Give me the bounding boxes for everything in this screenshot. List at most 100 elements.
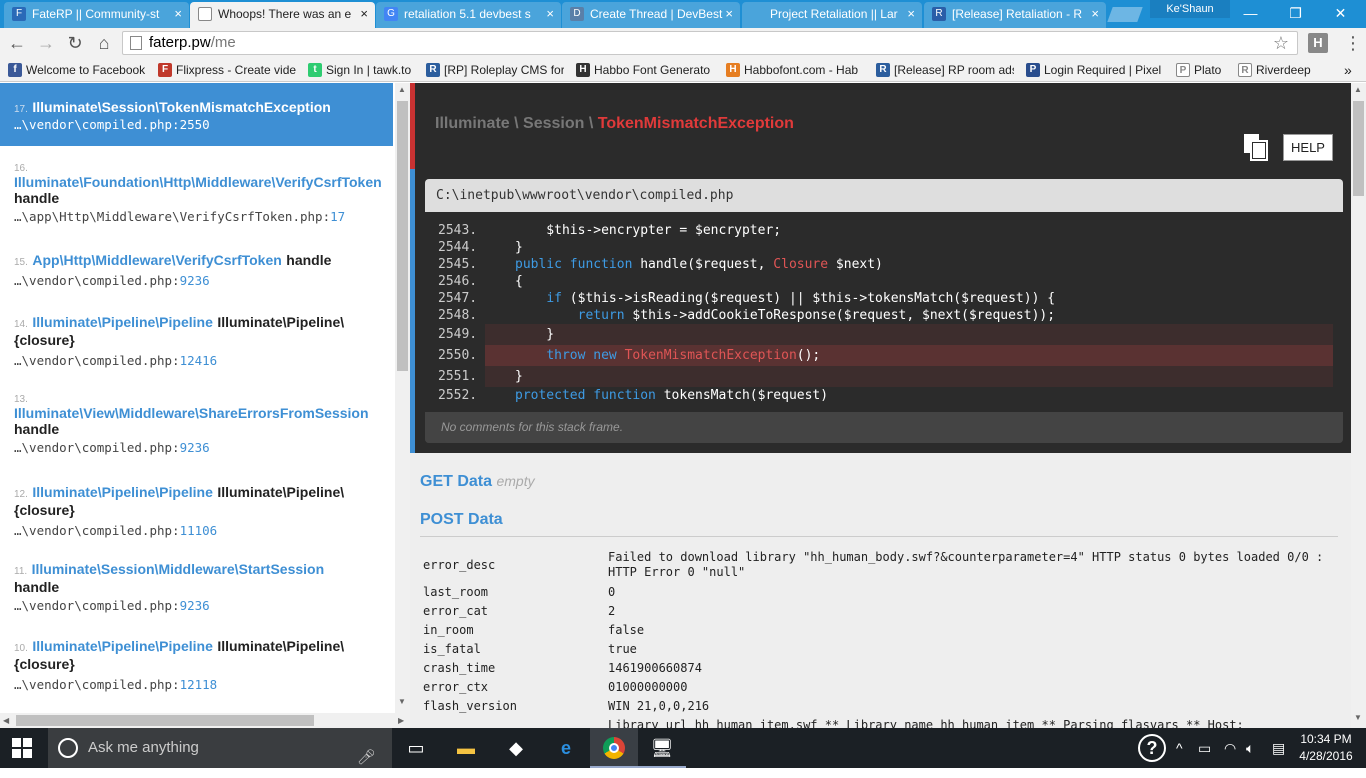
bookmark-tawk[interactable]: t Sign In | tawk.to [306, 61, 416, 79]
bookmark-facebook[interactable]: f Welcome to Facebook [6, 61, 146, 79]
close-icon[interactable]: × [907, 2, 915, 26]
page-icon: R [1238, 63, 1252, 77]
code-viewer: C:\inetpub\wwwroot\vendor\compiled.php 2… [425, 179, 1343, 443]
bookmark-roleplay-cms[interactable]: R [RP] Roleplay CMS for [424, 61, 564, 79]
bookmarks-overflow-icon[interactable]: » [1344, 61, 1362, 79]
stack-frame-15[interactable]: 15. App\Http\Middleware\VerifyCsrfToken … [0, 252, 393, 312]
browser-tabstrip: F FateRP || Community-st × Whoops! There… [0, 0, 1366, 28]
stack-frame-12[interactable]: 12. Illuminate\Pipeline\Pipeline Illumin… [0, 484, 393, 554]
copy-icon[interactable] [1243, 133, 1269, 161]
frame-number: 16. [14, 163, 28, 174]
post-key: in_room [423, 623, 474, 637]
bookmark-flixpress[interactable]: F Flixpress - Create vide [156, 61, 296, 79]
tab-title: Project Retaliation || Lar [770, 7, 898, 21]
scroll-up-icon[interactable]: ▲ [1354, 85, 1362, 94]
extension-h-icon[interactable]: H [1308, 33, 1328, 53]
scrollbar-thumb[interactable] [397, 101, 408, 371]
code-line: 2545. public function handle($request, Cl… [438, 257, 883, 272]
tab-whoops[interactable]: Whoops! There was an e × [190, 2, 375, 28]
dropbox-icon[interactable]: ◆ [492, 728, 540, 768]
frame-number: 13. [14, 394, 28, 405]
back-button[interactable]: ← [6, 32, 28, 54]
scroll-down-icon[interactable]: ▼ [398, 697, 406, 706]
close-icon[interactable]: × [1091, 2, 1099, 26]
chrome-icon[interactable] [590, 728, 638, 768]
frame-file: …\vendor\compiled.php [14, 353, 173, 368]
close-window-button[interactable]: ✕ [1318, 0, 1363, 26]
scroll-down-icon[interactable]: ▼ [1354, 713, 1362, 722]
page-vertical-scrollbar[interactable]: ▲ ▼ [1351, 83, 1366, 728]
taskbar-clock[interactable]: 10:34 PM 4/28/2016 [1296, 731, 1356, 765]
stack-frame-17[interactable]: 17. Illuminate\Session\TokenMismatchExce… [0, 83, 393, 146]
help-button[interactable]: HELP [1283, 134, 1333, 161]
bookmarks-bar: f Welcome to Facebook F Flixpress - Create… [0, 58, 1366, 82]
profile-button[interactable]: Ke'Shaun [1150, 0, 1230, 18]
microphone-icon[interactable]: 🎤︎ [357, 738, 376, 778]
tab-devbest[interactable]: D Create Thread | DevBest × [562, 2, 740, 28]
stack-frame-13[interactable]: 13. Illuminate\View\Middleware\ShareErro… [0, 394, 393, 464]
bookmark-habbo-font-generator[interactable]: H Habbo Font Generato [574, 61, 714, 79]
frames-vertical-scrollbar[interactable]: ▲ ▼ [395, 83, 410, 713]
bookmark-star-icon[interactable]: ☆ [1273, 32, 1289, 54]
post-value: Library url hh_human_item.swf ** Library… [608, 718, 1244, 728]
frame-class: Illuminate\Foundation\Http\Middleware\Ve… [14, 174, 382, 190]
address-bar[interactable]: faterp.pw/me ☆ [122, 31, 1298, 55]
close-icon[interactable]: × [360, 2, 368, 26]
post-key: error_ctx [423, 680, 489, 694]
get-data-title: GET Data [420, 473, 493, 490]
code-line: 2552. protected function tokensMatch($req… [438, 388, 829, 403]
help-icon[interactable]: ? [1138, 734, 1166, 762]
remote-desktop-icon[interactable]: 🖥︎ [638, 728, 686, 768]
bookmark-riverdeep[interactable]: R Riverdeep [1236, 61, 1336, 79]
tab-project-retaliation[interactable]: Project Retaliation || Lar × [742, 2, 922, 28]
battery-icon[interactable]: ▭ [1198, 728, 1211, 768]
scrollbar-thumb[interactable] [1353, 101, 1364, 196]
new-tab-button[interactable] [1107, 7, 1143, 22]
minimize-button[interactable]: — [1228, 0, 1273, 26]
scroll-up-icon[interactable]: ▲ [398, 85, 406, 94]
post-value: true [608, 642, 637, 656]
close-icon[interactable]: × [174, 2, 182, 26]
notifications-icon[interactable]: ▤ [1272, 728, 1285, 768]
bookmark-plato[interactable]: P Plato [1174, 61, 1234, 79]
windows-start-icon[interactable] [12, 738, 32, 758]
get-data-status: empty [496, 473, 535, 489]
code-lines: 2543. $this->encrypter = $encrypter; 254… [425, 212, 1343, 412]
clock-date: 4/28/2016 [1299, 749, 1353, 763]
task-view-icon[interactable]: ▭ [392, 728, 440, 768]
tab-faterp[interactable]: F FateRP || Community-st × [4, 2, 189, 28]
browser-toolbar: ← → ↻ ⌂ faterp.pw/me ☆ H ⋮ [0, 28, 1366, 58]
bookmark-label: Welcome to Facebook [26, 63, 146, 77]
bookmark-habbofont[interactable]: H Habbofont.com - Hab [724, 61, 864, 79]
exception-name: TokenMismatchException [597, 115, 794, 132]
scrollbar-thumb[interactable] [16, 715, 314, 726]
tab-release-retaliation[interactable]: R [Release] Retaliation - R × [924, 2, 1106, 28]
clock-time: 10:34 PM [1300, 732, 1352, 746]
close-icon[interactable]: × [546, 2, 554, 26]
bookmark-rp-room-ads[interactable]: R [Release] RP room ads [874, 61, 1014, 79]
wifi-icon[interactable]: ◠ [1224, 728, 1236, 768]
reload-button[interactable]: ↻ [64, 32, 86, 54]
home-button[interactable]: ⌂ [93, 32, 115, 54]
stack-frame-14[interactable]: 14. Illuminate\Pipeline\Pipeline Illumin… [0, 314, 393, 384]
cortana-search-box[interactable]: Ask me anything 🎤︎ [48, 728, 392, 768]
file-explorer-icon[interactable]: ▬ [442, 728, 490, 768]
forward-button[interactable]: → [35, 32, 57, 54]
frame-line: 2550 [179, 117, 210, 132]
devbest-icon: D [570, 7, 584, 21]
tab-google-search[interactable]: G retaliation 5.1 devbest s × [376, 2, 561, 28]
bookmark-login-required[interactable]: P Login Required | Pixel [1024, 61, 1164, 79]
stack-frame-16[interactable]: 16. Illuminate\Foundation\Http\Middlewar… [0, 163, 393, 233]
stack-frame-11[interactable]: 11. Illuminate\Session\Middleware\StartS… [0, 561, 393, 631]
scroll-right-icon[interactable]: ▶ [398, 716, 404, 725]
stack-frame-10[interactable]: 10. Illuminate\Pipeline\Pipeline Illumin… [0, 638, 393, 708]
maximize-button[interactable]: ❐ [1273, 0, 1318, 26]
close-icon[interactable]: × [725, 2, 733, 26]
chrome-menu-icon[interactable]: ⋮ [1344, 32, 1362, 54]
show-hidden-icons-icon[interactable]: ^ [1176, 728, 1183, 768]
volume-icon[interactable]: 🔈︎ [1246, 728, 1254, 768]
edge-icon[interactable]: e [542, 728, 590, 768]
scroll-left-icon[interactable]: ◀ [3, 716, 9, 725]
post-value: Failed to download library "hh_human_bod… [608, 550, 1324, 579]
frames-horizontal-scrollbar[interactable]: ◀ ▶ [0, 713, 410, 728]
